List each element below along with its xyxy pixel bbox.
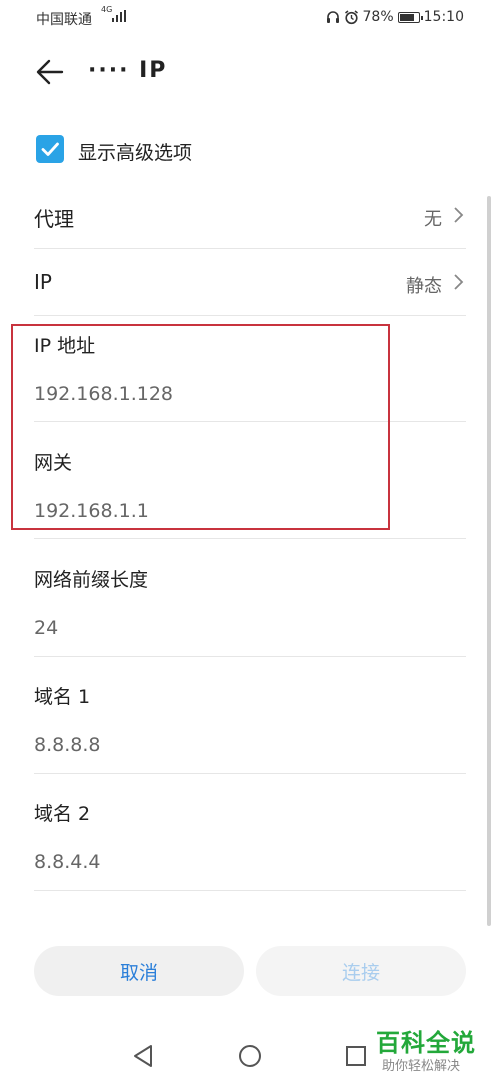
divider (34, 773, 466, 774)
divider (34, 538, 466, 539)
cancel-button[interactable]: 取消 (34, 946, 244, 996)
connect-button[interactable]: 连接 (256, 946, 466, 996)
battery-icon (397, 11, 423, 23)
nav-recent-icon[interactable] (346, 1046, 366, 1066)
prefix-length-label: 网络前缀长度 (34, 569, 149, 591)
dns2-label: 域名 2 (34, 803, 91, 825)
signal-icon (112, 10, 126, 22)
highlight-box (11, 324, 390, 530)
dns1-label: 域名 1 (34, 686, 91, 708)
dns1-input[interactable]: 8.8.8.8 (34, 734, 100, 756)
carrier-name: 中国联通 (36, 12, 92, 28)
advanced-options-label: 显示高级选项 (78, 142, 193, 164)
ip-settings-value: 静态 (406, 276, 442, 297)
headphones-icon (326, 11, 339, 23)
dns2-input[interactable]: 8.8.4.4 (34, 851, 100, 873)
divider (34, 315, 466, 316)
ip-settings-label: IP (34, 270, 52, 294)
scrollbar[interactable] (487, 196, 491, 926)
nav-home-icon[interactable] (239, 1045, 261, 1067)
chevron-right-icon (454, 207, 464, 223)
network-type: 4G (101, 5, 113, 14)
advanced-options-checkbox[interactable] (36, 135, 64, 163)
watermark-logo: 百科全说 (376, 1029, 476, 1057)
alarm-icon (344, 9, 358, 24)
status-right: 78% 15:10 (326, 9, 464, 25)
status-bar: 中国联通 4G 78% 15:10 (0, 0, 500, 36)
divider (34, 890, 466, 891)
battery-percent: 78% (362, 9, 394, 25)
page-title: ···· IP (88, 58, 168, 83)
checkmark-icon (41, 142, 59, 156)
back-arrow-icon[interactable] (34, 56, 66, 88)
divider (34, 656, 466, 657)
prefix-length-input[interactable]: 24 (34, 617, 58, 639)
watermark-tagline: 助你轻松解决 (382, 1059, 461, 1074)
proxy-value: 无 (424, 209, 442, 230)
chevron-right-icon (454, 274, 464, 290)
proxy-label: 代理 (34, 207, 74, 231)
nav-back-icon[interactable] (131, 1043, 155, 1069)
clock: 15:10 (423, 9, 464, 25)
